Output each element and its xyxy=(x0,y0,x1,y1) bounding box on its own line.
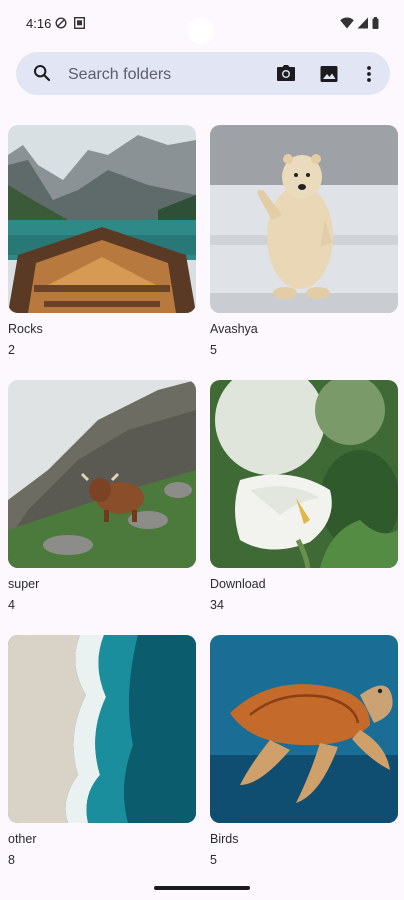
navigation-handle[interactable] xyxy=(154,886,250,890)
folder-thumbnail-polar-bear xyxy=(210,125,398,313)
folder-card-super[interactable]: super 4 xyxy=(8,380,196,612)
folder-count: 5 xyxy=(210,343,217,357)
search-bar[interactable] xyxy=(16,52,390,97)
status-bar: 4:16 xyxy=(0,0,404,46)
folder-card-birds[interactable]: Birds 5 xyxy=(210,635,398,867)
cellular-icon xyxy=(357,16,368,34)
folder-name: Birds xyxy=(210,832,239,846)
folder-name: Rocks xyxy=(8,322,43,336)
folder-thumbnail-aerial-beach-waves xyxy=(8,635,196,823)
folder-count: 5 xyxy=(210,853,217,867)
camera-icon[interactable] xyxy=(275,63,297,85)
folder-card-avashya[interactable]: Avashya 5 xyxy=(210,125,398,357)
folder-thumbnail-highland-cow-on-mountain xyxy=(8,380,196,568)
folder-card-rocks[interactable]: Rocks 2 xyxy=(8,125,196,357)
folder-count: 2 xyxy=(8,343,15,357)
camera-cutout xyxy=(188,18,214,44)
wifi-icon xyxy=(340,16,354,34)
folder-count: 4 xyxy=(8,598,15,612)
folder-count: 8 xyxy=(8,853,15,867)
search-icon xyxy=(33,64,51,87)
folder-name: super xyxy=(8,577,40,591)
folder-name: Download xyxy=(210,577,266,591)
folder-name: other xyxy=(8,832,37,846)
folder-thumbnail-mountain-lake-boat xyxy=(8,125,196,313)
more-vert-icon[interactable] xyxy=(358,63,380,85)
status-time: 4:16 xyxy=(26,16,52,31)
folder-thumbnail-calla-lily-flower xyxy=(210,380,398,568)
battery-icon xyxy=(372,16,379,34)
image-icon[interactable] xyxy=(318,63,340,85)
folder-thumbnail-sea-turtle xyxy=(210,635,398,823)
folder-card-other[interactable]: other 8 xyxy=(8,635,196,867)
folder-card-download[interactable]: Download 34 xyxy=(210,380,398,612)
folder-name: Avashya xyxy=(210,322,258,336)
search-input[interactable] xyxy=(66,52,260,97)
notification-icon xyxy=(73,16,86,34)
folder-count: 34 xyxy=(210,598,224,612)
do-not-disturb-icon xyxy=(55,16,67,34)
